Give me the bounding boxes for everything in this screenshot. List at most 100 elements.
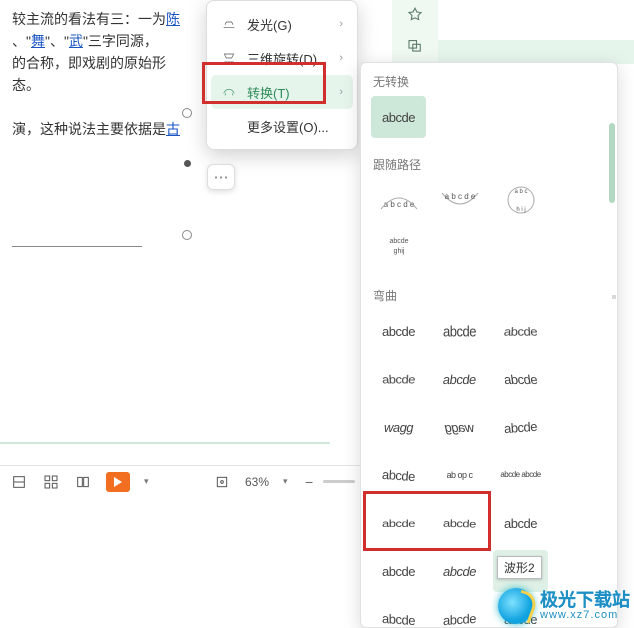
- menu-label: 发光(G): [247, 15, 292, 34]
- sample-text: abcde: [443, 564, 476, 579]
- side-toolbar: [392, 0, 438, 62]
- zoom-minus[interactable]: −: [305, 474, 313, 490]
- svg-text:a b c d e: a b c d e: [444, 192, 475, 201]
- warp-arch-up-1[interactable]: abcde: [493, 406, 548, 448]
- sample-text: abcde abcde: [500, 471, 540, 479]
- view-read-icon[interactable]: [74, 473, 92, 491]
- warp-can-up[interactable]: abcde: [371, 502, 426, 544]
- zoom-slider[interactable]: [323, 480, 355, 483]
- layers-icon[interactable]: [392, 30, 438, 60]
- warp-button-1[interactable]: ab op c: [432, 454, 487, 496]
- sample-text: abcde: [503, 325, 538, 339]
- transform-button[interactable]: abcde ghij: [371, 227, 426, 269]
- sample-text: abcde: [382, 324, 415, 339]
- section-title-path: 跟随路径: [361, 146, 617, 179]
- pane-border: [0, 442, 330, 444]
- watermark: 极光下载站 www.xz7.com: [498, 588, 630, 624]
- view-grid-icon[interactable]: [42, 473, 60, 491]
- sample-text: abcde: [382, 564, 415, 579]
- link-wu-dance[interactable]: 舞: [31, 33, 45, 49]
- chevron-right-icon: ›: [339, 52, 343, 64]
- selection-handle[interactable]: [182, 108, 192, 118]
- document-text: 较主流的看法有三：一为陈 、"舞"、"武"三字同源， 的合称，即戏剧的原始形态。…: [0, 0, 190, 148]
- more-dots-button[interactable]: ⋯: [207, 164, 235, 190]
- svg-text:a b c: a b c: [514, 189, 527, 195]
- warp-plain-1[interactable]: abcde: [371, 310, 426, 352]
- svg-text:h i j: h i j: [516, 207, 525, 213]
- sample-text: abcde: [382, 610, 415, 627]
- transform-arch-down[interactable]: a b c d e: [432, 179, 487, 221]
- sample-text: ab op c: [446, 471, 472, 480]
- warp-double-1[interactable]: abcde: [371, 598, 426, 628]
- sample-text: abcde: [503, 372, 538, 387]
- warp-arch-up-2[interactable]: abcde: [371, 454, 426, 496]
- rotation-handle[interactable]: [184, 160, 191, 167]
- warp-stop-1[interactable]: abcde: [432, 310, 487, 352]
- sample-text: abcde: [382, 517, 415, 529]
- selection-handle[interactable]: [182, 230, 192, 240]
- warp-double-2[interactable]: abcde: [432, 598, 487, 628]
- menu-more-settings[interactable]: 更多设置(O)...: [211, 109, 353, 143]
- play-dropdown-icon[interactable]: ▾: [144, 476, 152, 487]
- context-submenu: 发光(G) › 三维旋转(D) › 转换(T) › 更多设置(O)...: [206, 0, 358, 150]
- warp-tri-down[interactable]: abcde: [371, 358, 426, 400]
- doc-text: "三字同源，: [83, 33, 158, 49]
- sample-text: abcde: [504, 418, 538, 435]
- watermark-url: www.xz7.com: [540, 609, 630, 621]
- sample-text: abcde: [442, 372, 477, 387]
- warp-chevron-up[interactable]: abcde: [432, 358, 487, 400]
- transform-arch-up[interactable]: a b c d e: [371, 179, 426, 221]
- link[interactable]: 陈: [166, 11, 180, 27]
- warp-tri-up[interactable]: abcde: [493, 310, 548, 352]
- tooltip: 波形2: [497, 556, 542, 579]
- svg-text:abcde: abcde: [389, 238, 408, 245]
- sample-text: wagg: [384, 420, 413, 435]
- doc-text: 、": [12, 33, 31, 49]
- watermark-name: 极光下载站: [540, 591, 630, 609]
- sample-text: abcde: [443, 322, 476, 339]
- transform-circle[interactable]: a b c h i j: [493, 179, 548, 221]
- sample-text: abcde: [443, 517, 476, 530]
- menu-label: 三维旋转(D): [247, 49, 317, 68]
- warp-wave-1[interactable]: abcde: [432, 550, 487, 592]
- transform-panel: 无转换 abcde 跟随路径 a b c d e a b c d e a b c…: [360, 62, 618, 628]
- doc-text: "、": [45, 33, 69, 49]
- chevron-right-icon: ›: [339, 86, 343, 98]
- doc-text: 的合称，即戏剧的原始形态。: [12, 55, 166, 93]
- scrollbar-thumb[interactable]: [609, 123, 615, 203]
- link-gu[interactable]: 古: [166, 121, 180, 137]
- warp-chevron-down[interactable]: abcde: [493, 358, 548, 400]
- menu-3d-rotate[interactable]: 三维旋转(D) ›: [211, 41, 353, 75]
- menu-glow[interactable]: 发光(G) ›: [211, 7, 353, 41]
- menu-label: 更多设置(O)...: [247, 117, 329, 136]
- editor-canvas: 较主流的看法有三：一为陈 、"舞"、"武"三字同源， 的合称，即戏剧的原始形态。…: [0, 0, 634, 628]
- doc-text: 较主流的看法有三：一为: [12, 11, 166, 27]
- svg-text:ghij: ghij: [393, 248, 404, 255]
- transform-none[interactable]: abcde: [371, 96, 426, 138]
- dots-icon: ⋯: [214, 168, 229, 186]
- watermark-logo: [498, 588, 534, 624]
- sample-text: abcde: [443, 610, 476, 627]
- sample-text: abcde: [382, 466, 416, 483]
- link-wu-martial[interactable]: 武: [69, 33, 83, 49]
- warp-ring-in[interactable]: wagg: [371, 406, 426, 448]
- view-single-icon[interactable]: [10, 473, 28, 491]
- section-title-none: 无转换: [361, 63, 617, 96]
- ribbon-strip: [438, 40, 634, 64]
- warp-button-2[interactable]: abcde abcde: [493, 454, 548, 496]
- fit-page-icon[interactable]: [213, 473, 231, 491]
- zoom-level[interactable]: 63%: [245, 475, 269, 489]
- warp-can-down[interactable]: abcde: [432, 502, 487, 544]
- scrollbar[interactable]: [612, 295, 616, 299]
- page-break-line: [12, 246, 142, 247]
- tooltip-text: 波形2: [504, 561, 535, 575]
- menu-transform[interactable]: 转换(T) ›: [211, 75, 353, 109]
- warp-wave-a[interactable]: abcde: [493, 502, 548, 544]
- zoom-dropdown-icon[interactable]: ▾: [283, 476, 291, 487]
- play-button[interactable]: [106, 472, 130, 492]
- warp-ring-out[interactable]: wagg: [432, 406, 487, 448]
- star-icon[interactable]: [392, 0, 438, 30]
- sample-text: abcde: [381, 372, 416, 386]
- sample-text: abcde: [504, 516, 537, 531]
- warp-wave-b[interactable]: abcde: [371, 550, 426, 592]
